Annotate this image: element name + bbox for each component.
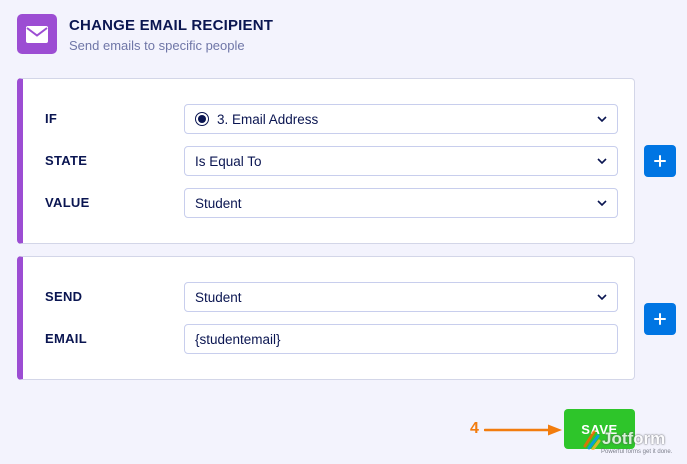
watermark-brand: Jotform — [602, 429, 666, 448]
watermark-tagline: Powerful forms get it done. — [601, 449, 673, 455]
if-field-select[interactable]: 3. Email Address — [184, 104, 618, 134]
annotation-arrow-icon — [484, 424, 562, 436]
state-value: Is Equal To — [195, 153, 262, 169]
step-annotation-number: 4 — [470, 420, 479, 437]
email-input[interactable]: {studentemail} — [184, 324, 618, 354]
envelope-icon — [17, 14, 57, 54]
value-row: VALUE Student — [23, 188, 634, 218]
panel-header: CHANGE EMAIL RECIPIENT Send emails to sp… — [17, 14, 273, 54]
chevron-down-icon — [587, 200, 617, 206]
state-select[interactable]: Is Equal To — [184, 146, 618, 176]
jotform-watermark: Jotform Powerful forms get it done. — [574, 428, 687, 464]
if-row: IF 3. Email Address — [23, 104, 634, 134]
if-field-value: 3. Email Address — [217, 111, 319, 127]
email-label: EMAIL — [45, 331, 87, 346]
action-card: SEND Student EMAIL {studentemail} — [17, 256, 635, 380]
page-subtitle: Send emails to specific people — [69, 38, 245, 53]
chevron-down-icon — [587, 158, 617, 164]
chevron-down-icon — [587, 116, 617, 122]
chevron-down-icon — [587, 294, 617, 300]
radio-field-icon — [195, 112, 209, 126]
plus-icon — [654, 155, 666, 167]
value-label: VALUE — [45, 195, 90, 210]
send-select[interactable]: Student — [184, 282, 618, 312]
add-condition-button[interactable] — [644, 145, 676, 177]
send-value: Student — [195, 289, 242, 305]
add-action-button[interactable] — [644, 303, 676, 335]
email-row: EMAIL {studentemail} — [23, 324, 634, 354]
if-label: IF — [45, 111, 58, 126]
plus-icon — [654, 313, 666, 325]
send-label: SEND — [45, 289, 83, 304]
condition-card: IF 3. Email Address STATE Is Equal To VA… — [17, 78, 635, 244]
condition-editor: CHANGE EMAIL RECIPIENT Send emails to sp… — [0, 0, 687, 464]
value-select[interactable]: Student — [184, 188, 618, 218]
header-text: CHANGE EMAIL RECIPIENT Send emails to sp… — [69, 17, 273, 53]
value-value: Student — [195, 195, 242, 211]
send-row: SEND Student — [23, 282, 634, 312]
jotform-logo-icon — [583, 430, 601, 450]
page-title: CHANGE EMAIL RECIPIENT — [69, 17, 274, 34]
state-row: STATE Is Equal To — [23, 146, 634, 176]
state-label: STATE — [45, 153, 88, 168]
